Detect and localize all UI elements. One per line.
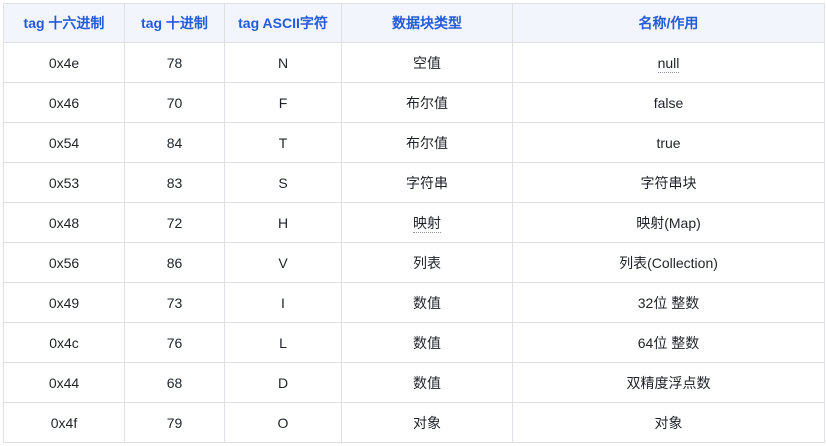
cell-block-type: 空值: [341, 42, 513, 83]
cell-tag-hex: 0x4c: [3, 322, 125, 363]
cell-block-type-text: 映射: [413, 214, 441, 233]
cell-tag-decimal: 72: [124, 202, 225, 243]
cell-block-type: 布尔值: [341, 122, 513, 163]
cell-name-purpose: false: [512, 82, 825, 123]
cell-block-type: 对象: [341, 402, 513, 443]
cell-tag-hex: 0x49: [3, 282, 125, 323]
cell-tag-ascii: S: [224, 162, 342, 203]
cell-tag-ascii: D: [224, 362, 342, 403]
cell-tag-decimal: 83: [124, 162, 225, 203]
cell-tag-hex: 0x4f: [3, 402, 125, 443]
cell-tag-hex: 0x53: [3, 162, 125, 203]
header-block-type: 数据块类型: [341, 3, 513, 43]
cell-tag-decimal: 79: [124, 402, 225, 443]
cell-block-type: 映射: [341, 202, 513, 243]
cell-name-purpose: 双精度浮点数: [512, 362, 825, 403]
cell-block-type: 数值: [341, 322, 513, 363]
table-row: 0x44 68 D 数值 双精度浮点数: [3, 362, 825, 403]
table-row: 0x54 84 T 布尔值 true: [3, 122, 825, 163]
cell-name-purpose: 字符串块: [512, 162, 825, 203]
cell-tag-ascii: V: [224, 242, 342, 283]
table-row: 0x4e 78 N 空值 null: [3, 42, 825, 83]
cell-tag-ascii: H: [224, 202, 342, 243]
cell-tag-hex: 0x48: [3, 202, 125, 243]
cell-block-type: 数值: [341, 362, 513, 403]
cell-tag-hex: 0x4e: [3, 42, 125, 83]
table-header: tag 十六进制 tag 十进制 tag ASCII字符 数据块类型 名称/作用: [3, 3, 825, 43]
cell-tag-ascii: O: [224, 402, 342, 443]
cell-tag-decimal: 70: [124, 82, 225, 123]
table-container: tag 十六进制 tag 十进制 tag ASCII字符 数据块类型 名称/作用…: [0, 0, 826, 446]
cell-tag-hex: 0x44: [3, 362, 125, 403]
cell-tag-decimal: 76: [124, 322, 225, 363]
header-tag-ascii: tag ASCII字符: [224, 3, 342, 43]
table-row: 0x4c 76 L 数值 64位 整数: [3, 322, 825, 363]
table-row: 0x56 86 V 列表 列表(Collection): [3, 242, 825, 283]
table-body: 0x4e 78 N 空值 null 0x46 70 F 布尔值 false 0x…: [3, 42, 825, 443]
cell-name-purpose: true: [512, 122, 825, 163]
cell-tag-decimal: 68: [124, 362, 225, 403]
cell-block-type: 数值: [341, 282, 513, 323]
table-row: 0x4f 79 O 对象 对象: [3, 402, 825, 443]
cell-tag-decimal: 86: [124, 242, 225, 283]
tag-type-table: tag 十六进制 tag 十进制 tag ASCII字符 数据块类型 名称/作用…: [3, 3, 825, 443]
cell-name-purpose: null: [512, 42, 825, 83]
table-row: 0x49 73 I 数值 32位 整数: [3, 282, 825, 323]
cell-tag-ascii: F: [224, 82, 342, 123]
cell-tag-ascii: L: [224, 322, 342, 363]
cell-block-type: 列表: [341, 242, 513, 283]
cell-name-purpose: 对象: [512, 402, 825, 443]
cell-block-type: 布尔值: [341, 82, 513, 123]
table-row: 0x53 83 S 字符串 字符串块: [3, 162, 825, 203]
cell-name-purpose: 列表(Collection): [512, 242, 825, 283]
table-row: 0x48 72 H 映射 映射(Map): [3, 202, 825, 243]
table-row: 0x46 70 F 布尔值 false: [3, 82, 825, 123]
cell-tag-hex: 0x46: [3, 82, 125, 123]
cell-tag-decimal: 78: [124, 42, 225, 83]
cell-name-purpose: 64位 整数: [512, 322, 825, 363]
header-name-purpose: 名称/作用: [512, 3, 825, 43]
cell-name-purpose-text: null: [657, 54, 680, 73]
cell-tag-decimal: 73: [124, 282, 225, 323]
cell-tag-ascii: I: [224, 282, 342, 323]
cell-name-purpose: 映射(Map): [512, 202, 825, 243]
cell-tag-hex: 0x54: [3, 122, 125, 163]
cell-name-purpose: 32位 整数: [512, 282, 825, 323]
cell-tag-hex: 0x56: [3, 242, 125, 283]
header-tag-decimal: tag 十进制: [124, 3, 225, 43]
cell-tag-decimal: 84: [124, 122, 225, 163]
cell-tag-ascii: T: [224, 122, 342, 163]
header-row: tag 十六进制 tag 十进制 tag ASCII字符 数据块类型 名称/作用: [3, 3, 825, 43]
cell-tag-ascii: N: [224, 42, 342, 83]
cell-block-type: 字符串: [341, 162, 513, 203]
header-tag-hex: tag 十六进制: [3, 3, 125, 43]
